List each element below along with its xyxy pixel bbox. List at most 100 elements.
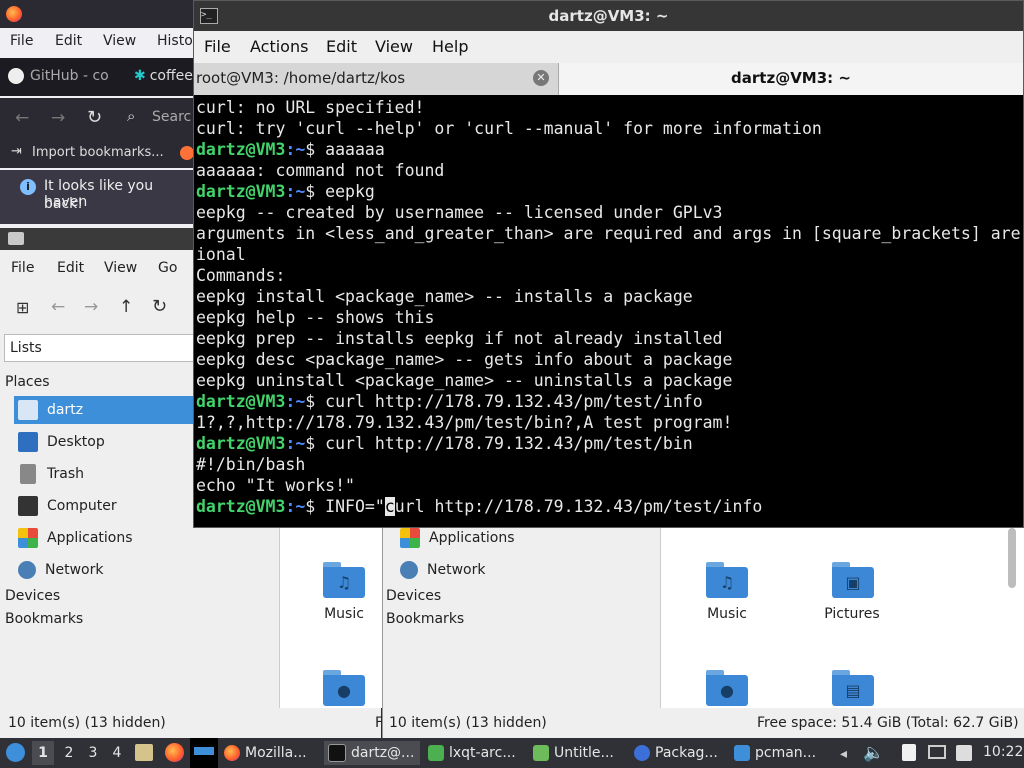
import-icon: ⇥ xyxy=(11,144,22,159)
user-folder-icon[interactable]: ● xyxy=(323,670,365,706)
terminal-output-line: eepkg uninstall <package_name> -- uninst… xyxy=(196,370,1023,391)
sidebar-item-computer[interactable]: Computer xyxy=(14,492,194,520)
firefox-menu-history[interactable]: Histo xyxy=(157,33,193,49)
folder-label-music: Music xyxy=(324,606,364,622)
task-terminal[interactable]: dartz@... xyxy=(324,741,420,765)
sidebar-item-dartz[interactable]: dartz xyxy=(14,396,194,424)
fm-menu-view[interactable]: View xyxy=(104,260,137,276)
clipboard-icon[interactable] xyxy=(902,744,916,761)
desktop-2-button[interactable]: 2 xyxy=(60,741,78,765)
prompt-symbol: $ xyxy=(305,497,326,516)
prompt-user: dartz@VM3 xyxy=(196,434,286,453)
computer-icon xyxy=(18,496,38,516)
terminal-output-line: arguments in <less_and_greater_than> are… xyxy=(196,223,1023,244)
terminal-tab-dartz[interactable]: dartz@VM3: ~ xyxy=(559,63,1023,95)
document-folder-icon[interactable]: ▤ xyxy=(832,670,874,706)
terminal-output-line: 1?,?,http://178.79.132.43/pm/test/bin?,A… xyxy=(196,412,1023,433)
reload-icon[interactable]: ↻ xyxy=(152,296,167,317)
music-folder-icon[interactable]: ♫ xyxy=(323,562,365,598)
terminal-tabbar: root@VM3: /home/dartz/kos ✕ dartz@VM3: ~ xyxy=(194,63,1023,95)
terminal-output[interactable]: curl: no URL specified! curl: try 'curl -… xyxy=(196,97,1023,527)
line-text: eepkg -- created by usernamee -- license… xyxy=(196,203,723,222)
desktop-1-button[interactable]: 1 xyxy=(32,741,54,765)
new-tab-icon[interactable]: ⊞ xyxy=(16,298,29,317)
task-mozilla[interactable]: Mozilla... xyxy=(224,741,320,765)
fm-menu-file[interactable]: File xyxy=(11,260,34,276)
firefox-logo-icon xyxy=(6,6,22,22)
terminal-output-line: eepkg -- created by usernamee -- license… xyxy=(196,202,1023,223)
terminal-tab-root[interactable]: root@VM3: /home/dartz/kos ✕ xyxy=(194,63,559,95)
up-arrow-icon[interactable]: ↑ xyxy=(119,297,133,317)
firefox-navbar: ← → ↻ ⌕ Searc xyxy=(0,98,196,140)
volume-icon[interactable]: 🔈 xyxy=(863,743,884,763)
sidebar-item-network[interactable]: Network xyxy=(396,556,576,584)
terminal-icon xyxy=(328,744,346,762)
terminal-menu-help[interactable]: Help xyxy=(432,37,468,56)
firefox-tab-coffee[interactable]: ✱ coffee xyxy=(134,68,193,84)
devices-header[interactable]: Devices xyxy=(386,588,441,604)
close-tab-icon[interactable]: ✕ xyxy=(533,70,549,86)
pictures-folder-icon[interactable]: ▣ xyxy=(832,562,874,598)
task-label: Untitle... xyxy=(554,745,614,761)
forward-arrow-icon[interactable]: → xyxy=(84,297,98,317)
sidebar-item-network[interactable]: Network xyxy=(14,556,194,584)
terminal-menu-actions[interactable]: Actions xyxy=(250,37,308,56)
taskbar: 1 2 3 4 Mozilla... dartz@... lxqt-arc...… xyxy=(0,738,1024,768)
firefox-menu-view[interactable]: View xyxy=(103,33,136,49)
music-folder-icon[interactable]: ♫ xyxy=(706,562,748,598)
task-lxqt-archiver[interactable]: lxqt-arc... xyxy=(428,741,524,765)
tab-label: root@VM3: /home/dartz/kos xyxy=(196,69,406,87)
tray-expand-icon[interactable]: ◂ xyxy=(840,746,847,762)
input-text: INFO=" xyxy=(325,497,385,516)
url-bar[interactable]: Searc xyxy=(152,109,191,125)
line-text: curl: try 'curl --help' or 'curl --manua… xyxy=(196,119,822,138)
terminal-launcher-icon[interactable] xyxy=(190,738,218,768)
task-untitled[interactable]: Untitle... xyxy=(533,741,629,765)
terminal-menu-edit[interactable]: Edit xyxy=(326,37,357,56)
terminal-current-input[interactable]: dartz@VM3:~$ INFO="curl http://178.79.13… xyxy=(196,496,1023,517)
sidebar-view-select[interactable]: Lists xyxy=(4,334,194,362)
task-packages[interactable]: Packag... xyxy=(634,741,730,765)
bookmarks-header[interactable]: Bookmarks xyxy=(5,611,83,627)
user-folder-icon[interactable]: ● xyxy=(706,670,748,706)
import-bookmarks-link[interactable]: Import bookmarks... xyxy=(32,145,164,160)
sidebar-view-label: Lists xyxy=(10,340,42,356)
scrollbar[interactable] xyxy=(1008,528,1016,588)
firefox-menu-edit[interactable]: Edit xyxy=(55,33,82,49)
terminal-menu-file[interactable]: File xyxy=(204,37,231,56)
back-arrow-icon[interactable]: ← xyxy=(15,108,29,128)
back-arrow-icon[interactable]: ← xyxy=(51,297,65,317)
network-tray-icon[interactable] xyxy=(928,745,946,759)
line-text: eepkg xyxy=(325,182,375,201)
terminal-menu-view[interactable]: View xyxy=(375,37,413,56)
devices-header[interactable]: Devices xyxy=(5,588,60,604)
file-manager-launcher-icon[interactable] xyxy=(135,744,153,761)
package-icon xyxy=(634,745,650,761)
fm-menu-go[interactable]: Go xyxy=(158,260,177,276)
bookmarks-header[interactable]: Bookmarks xyxy=(386,611,464,627)
sidebar-item-trash[interactable]: Trash xyxy=(14,460,194,488)
sidebar-item-label: Network xyxy=(45,562,104,578)
line-text: 1?,?,http://178.79.132.43/pm/test/bin?,A… xyxy=(196,413,733,432)
info-icon: i xyxy=(20,179,36,195)
reload-icon[interactable]: ↻ xyxy=(87,107,102,128)
prompt-symbol: $ xyxy=(305,182,326,201)
sidebar-item-applications[interactable]: Applications xyxy=(396,524,576,552)
firefox-menu-file[interactable]: File xyxy=(10,33,33,49)
forward-arrow-icon[interactable]: → xyxy=(51,108,65,128)
prompt-symbol: $ xyxy=(305,434,326,453)
desktop-3-button[interactable]: 3 xyxy=(84,741,102,765)
desktop-4-button[interactable]: 4 xyxy=(108,741,126,765)
start-menu-icon[interactable] xyxy=(6,743,25,762)
updates-icon[interactable] xyxy=(956,745,972,761)
sidebar-item-desktop[interactable]: Desktop xyxy=(14,428,194,456)
sidebar-item-applications[interactable]: Applications xyxy=(14,524,194,552)
firefox-tab-github[interactable]: GitHub - co xyxy=(8,68,109,84)
sidebar-item-label: Computer xyxy=(47,498,117,514)
archive-icon xyxy=(428,745,444,761)
firefox-icon xyxy=(224,745,240,761)
firefox-launcher-icon[interactable] xyxy=(165,743,184,762)
task-label: lxqt-arc... xyxy=(449,745,516,761)
task-pcmanfm[interactable]: pcman... xyxy=(734,741,830,765)
fm-menu-edit[interactable]: Edit xyxy=(57,260,84,276)
